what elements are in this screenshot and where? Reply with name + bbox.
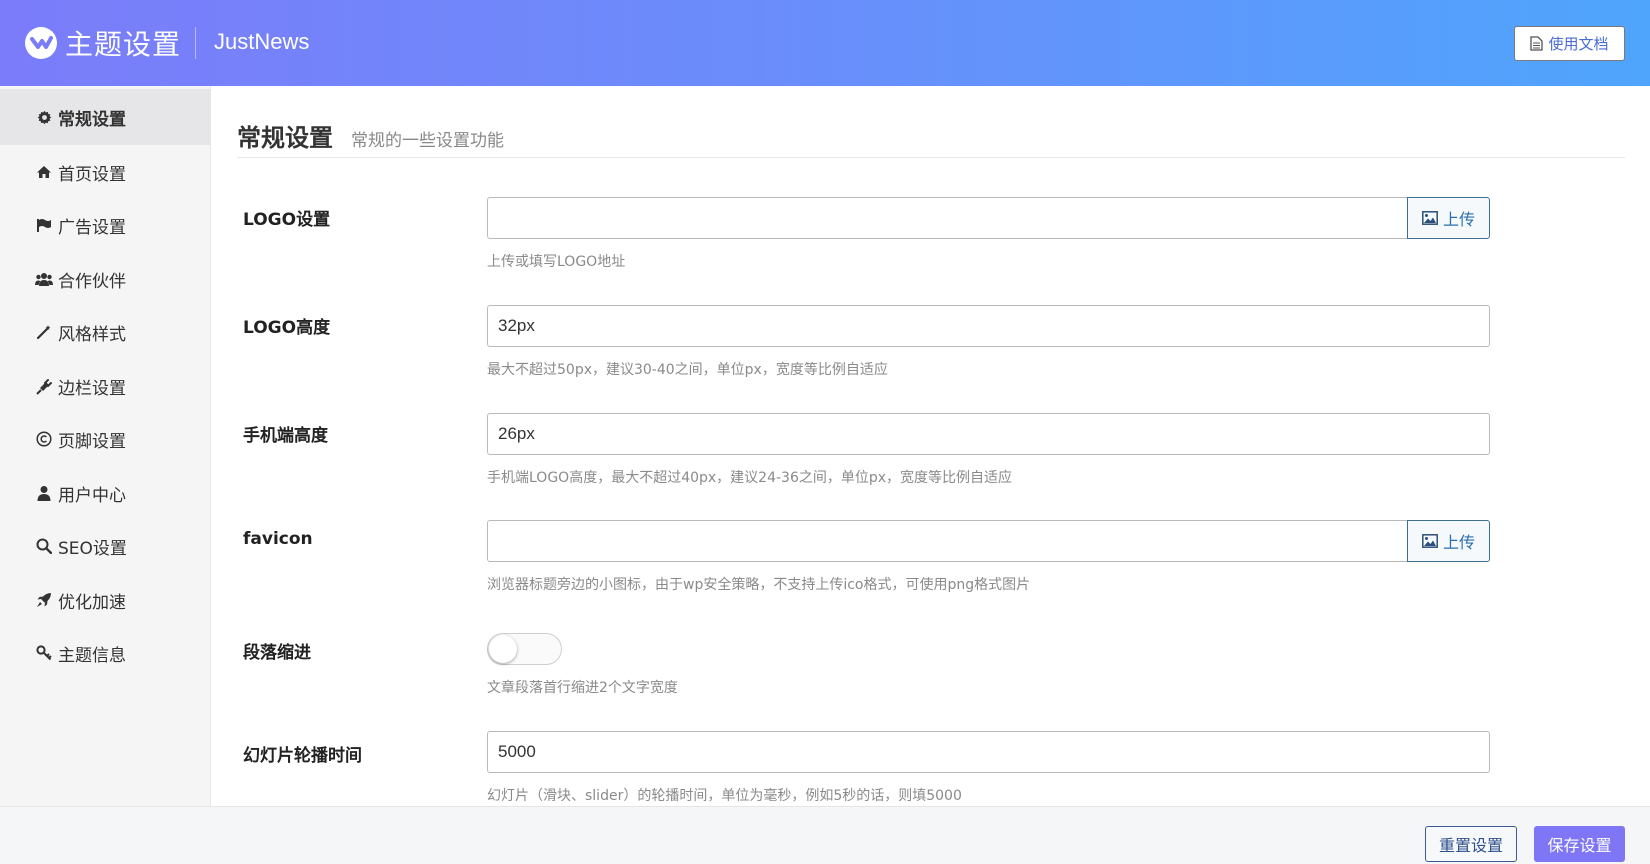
slider-time-label: 幻灯片轮播时间 <box>243 746 362 766</box>
title-divider <box>237 157 1625 158</box>
header-bar: 主题设置 JustNews 使用文档 <box>0 0 1650 86</box>
sidebar-item-partners[interactable]: 合作伙伴 <box>0 251 211 307</box>
sidebar-item-user-center[interactable]: 用户中心 <box>0 465 211 521</box>
sidebar-item-widgets[interactable]: 边栏设置 <box>0 358 211 414</box>
flag-icon <box>34 216 54 234</box>
mobile-height-input[interactable] <box>487 413 1490 455</box>
header-theme-name: JustNews <box>214 29 310 54</box>
sidebar-item-optimize[interactable]: 优化加速 <box>0 572 211 628</box>
favicon-label: favicon <box>243 529 313 549</box>
search-icon <box>34 537 54 555</box>
page-title: 常规设置 <box>237 124 333 152</box>
page-subtitle: 常规的一些设置功能 <box>351 131 504 151</box>
logo-height-help: 最大不超过50px，建议30-40之间，单位px，宽度等比例自适应 <box>487 362 888 378</box>
mobile-height-help: 手机端LOGO高度，最大不超过40px，建议24-36之间，单位px，宽度等比例… <box>487 470 1013 486</box>
upload-label: 上传 <box>1442 533 1475 552</box>
favicon-help: 浏览器标题旁边的小图标，由于wp安全策略，不支持上传ico格式，可使用png格式… <box>487 577 1031 593</box>
sidebar-item-label: 页脚设置 <box>58 431 126 452</box>
document-icon <box>1530 36 1544 51</box>
upload-label: 上传 <box>1442 210 1475 229</box>
sidebar-item-seo[interactable]: SEO设置 <box>0 518 211 574</box>
plug-icon <box>34 377 54 395</box>
slider-time-input[interactable] <box>487 731 1490 773</box>
sidebar-item-label: 优化加速 <box>58 592 126 613</box>
sidebar-item-home[interactable]: 首页设置 <box>0 144 211 200</box>
sidebar-item-theme-info[interactable]: 主题信息 <box>0 625 211 681</box>
sidebar-item-label: 边栏设置 <box>58 378 126 399</box>
docs-button[interactable]: 使用文档 <box>1514 26 1625 61</box>
logo-check-icon <box>25 27 57 59</box>
sidebar-item-footer[interactable]: 页脚设置 <box>0 411 211 467</box>
docs-button-label: 使用文档 <box>1548 35 1609 53</box>
toggle-knob <box>489 635 517 663</box>
sidebar-item-label: SEO设置 <box>58 538 127 559</box>
sidebar-item-label: 风格样式 <box>58 324 126 345</box>
logo-label: LOGO设置 <box>243 210 331 230</box>
slider-time-help: 幻灯片（滑块、slider）的轮播时间，单位为毫秒，例如5秒的话，则填5000 <box>487 788 962 804</box>
footer-bar <box>0 806 1650 864</box>
sidebar: 常规设置 首页设置 广告设置 合作伙伴 风格样式 边栏设置 页脚设置 用户中心 … <box>0 86 211 806</box>
sidebar-item-label: 合作伙伴 <box>58 271 126 292</box>
indent-help: 文章段落首行缩进2个文字宽度 <box>487 680 678 696</box>
logo-upload-button[interactable]: 上传 <box>1407 197 1490 239</box>
sidebar-item-label: 用户中心 <box>58 485 126 506</box>
magic-wand-icon <box>34 323 54 341</box>
logo-help: 上传或填写LOGO地址 <box>487 254 626 270</box>
logo-height-label: LOGO高度 <box>243 318 331 338</box>
sidebar-item-label: 主题信息 <box>58 645 126 666</box>
sidebar-item-general[interactable]: 常规设置 <box>0 89 211 145</box>
logo-url-input[interactable] <box>487 197 1408 239</box>
rocket-icon <box>34 591 54 609</box>
sidebar-item-label: 首页设置 <box>58 164 126 185</box>
favicon-url-input[interactable] <box>487 520 1408 562</box>
home-icon <box>34 163 54 181</box>
image-icon <box>1422 211 1438 225</box>
key-icon <box>34 644 54 662</box>
user-icon <box>34 484 54 502</box>
header-title: 主题设置 <box>65 28 182 61</box>
indent-toggle[interactable] <box>487 633 562 665</box>
sidebar-item-ads[interactable]: 广告设置 <box>0 197 211 253</box>
sidebar-item-label: 广告设置 <box>58 217 126 238</box>
copyright-icon <box>34 430 54 448</box>
reset-button[interactable]: 重置设置 <box>1425 826 1517 862</box>
logo-height-input[interactable] <box>487 305 1490 347</box>
image-icon <box>1422 534 1438 548</box>
favicon-upload-button[interactable]: 上传 <box>1407 520 1490 562</box>
indent-label: 段落缩进 <box>243 643 311 663</box>
sidebar-item-style[interactable]: 风格样式 <box>0 304 211 360</box>
sidebar-item-label: 常规设置 <box>58 109 126 130</box>
mobile-height-label: 手机端高度 <box>243 426 328 446</box>
gear-icon <box>34 108 54 126</box>
users-icon <box>34 270 54 288</box>
header-separator <box>195 27 196 59</box>
save-button[interactable]: 保存设置 <box>1534 826 1625 862</box>
